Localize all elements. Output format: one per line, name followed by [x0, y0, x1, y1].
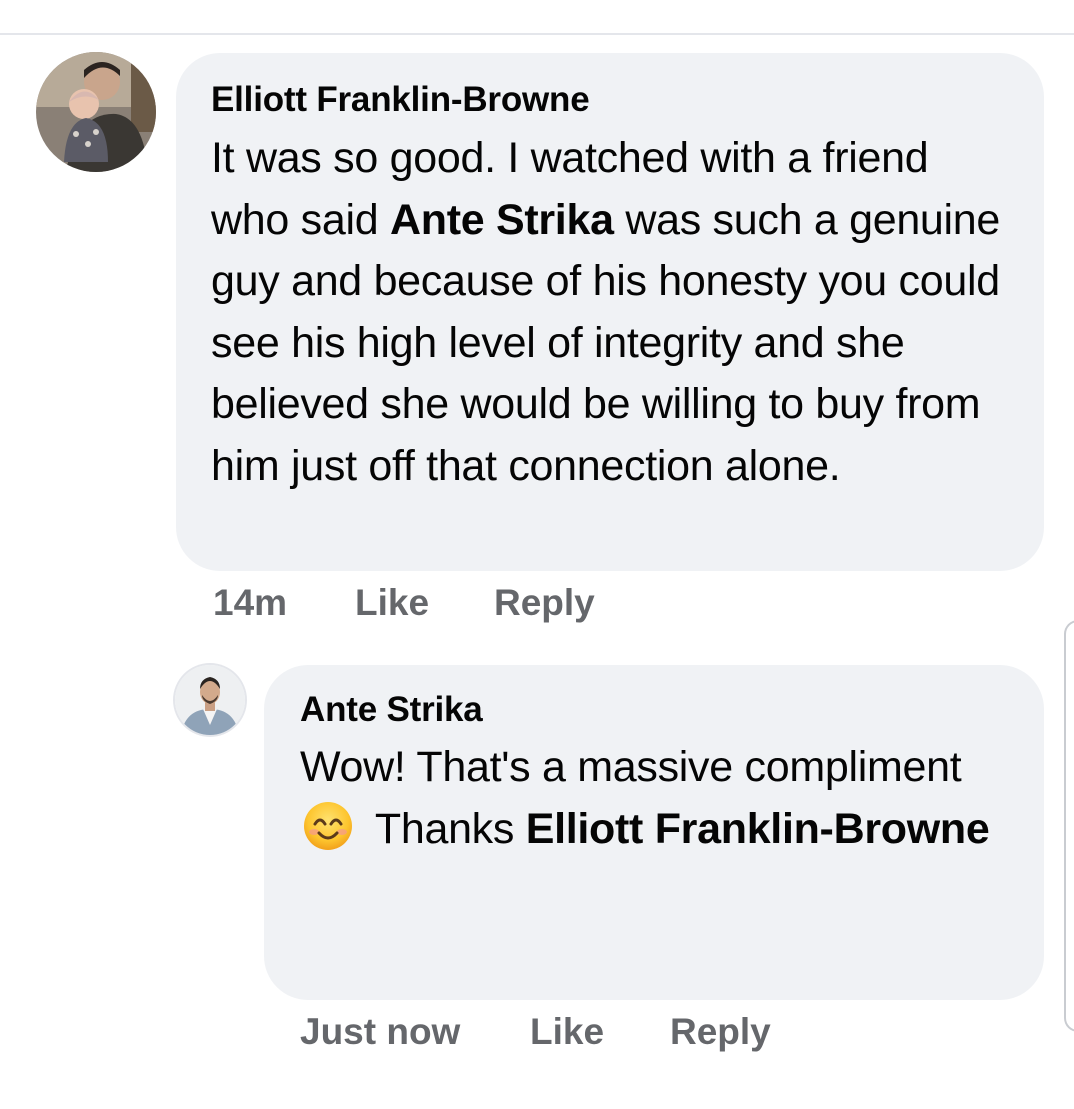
- user-photo-icon: [175, 665, 245, 735]
- smiling-face-emoji-icon: [302, 800, 354, 852]
- avatar[interactable]: [175, 665, 245, 735]
- comment-author[interactable]: Elliott Franklin-Browne: [211, 79, 1010, 121]
- avatar[interactable]: [36, 52, 156, 172]
- comment-bubble: Ante Strika Wow! That's a massive compli…: [264, 665, 1044, 1000]
- like-button[interactable]: Like: [355, 582, 429, 624]
- user-photo-icon: [36, 52, 156, 172]
- comment-timestamp[interactable]: 14m: [213, 582, 287, 624]
- comment-timestamp[interactable]: Just now: [300, 1011, 460, 1053]
- mention-link[interactable]: Elliott Franklin-Browne: [526, 805, 990, 853]
- top-divider: [0, 33, 1074, 35]
- mention-link[interactable]: Ante Strika: [390, 196, 614, 244]
- scrollbar[interactable]: [1064, 620, 1074, 1032]
- reply-button[interactable]: Reply: [670, 1011, 771, 1053]
- reply-button[interactable]: Reply: [494, 582, 595, 624]
- comment-author[interactable]: Ante Strika: [300, 689, 1010, 731]
- comment-text-part: Wow! That's a massive compliment: [300, 743, 962, 791]
- like-button[interactable]: Like: [530, 1011, 604, 1053]
- comment-bubble: Elliott Franklin-Browne It was so good. …: [176, 53, 1044, 571]
- comment-text-part: Thanks: [364, 804, 526, 853]
- comment-text: It was so good. I watched with a friend …: [211, 128, 1010, 497]
- comment-text: Wow! That's a massive compliment Thanks …: [300, 737, 1010, 860]
